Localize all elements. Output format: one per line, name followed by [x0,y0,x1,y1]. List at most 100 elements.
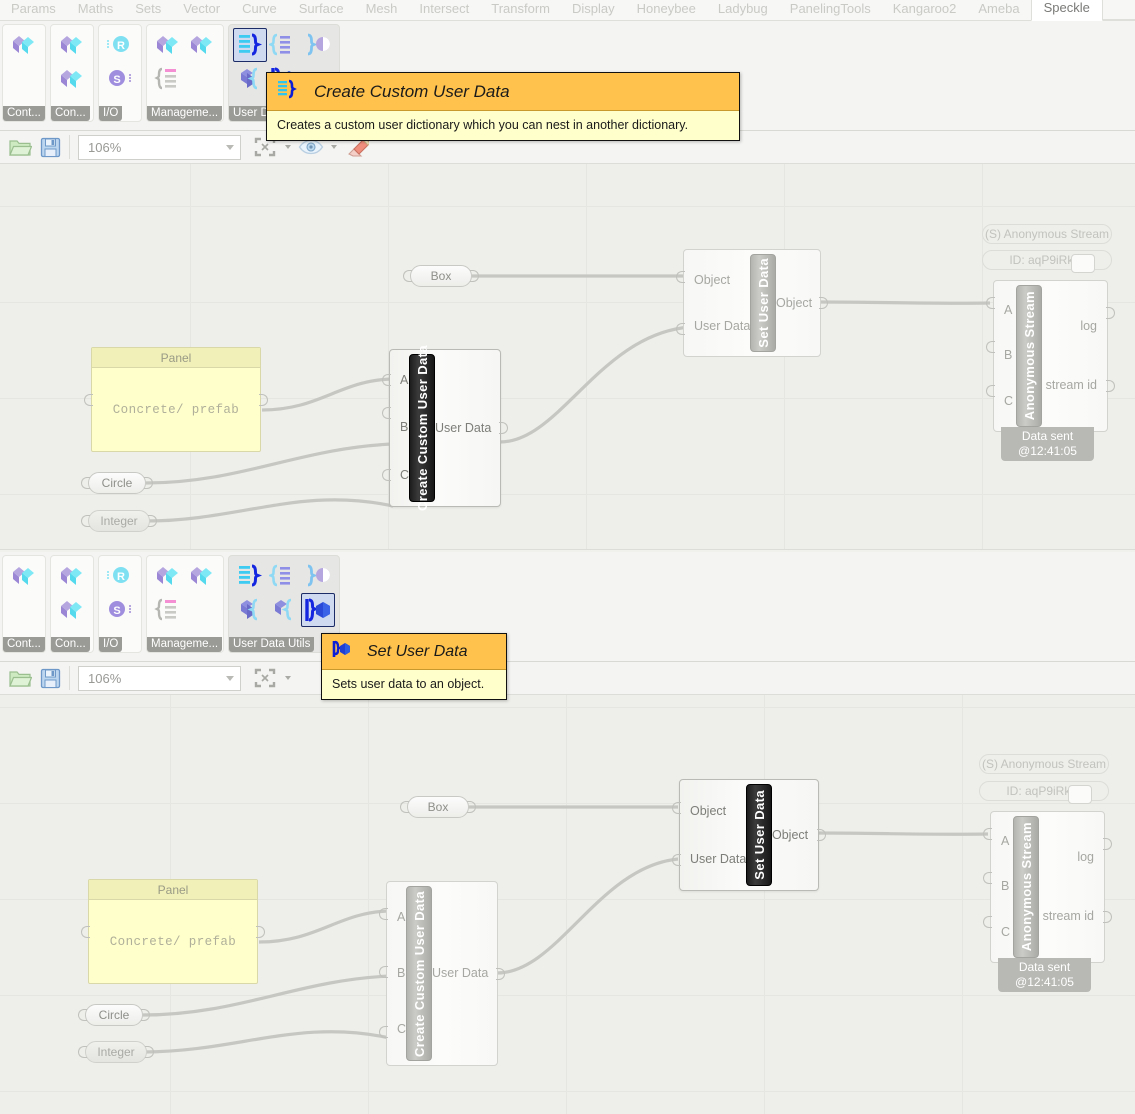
menu-tab-intersect[interactable]: Intersect [408,0,480,20]
speckle-object-icon[interactable] [7,28,41,62]
set-user-data-component[interactable]: Object User Data Set User Data Object [679,779,819,891]
get-user-data-icon[interactable] [301,559,335,593]
ribbon-group-label[interactable]: Manageme... [147,106,222,121]
input-grip-b[interactable] [382,407,391,419]
menu-tab-ameba[interactable]: Ameba [967,0,1030,20]
output-grip-object[interactable] [817,829,826,841]
output-port-stream-id[interactable]: stream id [1043,909,1094,924]
box-param[interactable]: Box [407,796,469,818]
output-grip-stream-id[interactable] [1106,380,1115,392]
preview-dropdown-icon[interactable] [331,145,337,149]
dictionary-icon[interactable] [267,28,301,62]
circle-param[interactable]: Circle [88,472,146,494]
output-grip[interactable] [470,270,479,282]
input-grip-c[interactable] [986,385,995,397]
output-port-user-data[interactable]: User Data [432,966,488,981]
menu-tab-mesh[interactable]: Mesh [355,0,409,20]
output-port-user-data[interactable]: User Data [435,421,491,436]
canvas-bottom[interactable]: Box Panel Concrete/ prefab Circle Intege… [0,695,1135,1114]
input-grip-a[interactable] [382,374,391,386]
speckle-sender-component[interactable]: A B C Anonymous Stream log stream id [990,811,1105,963]
input-grip-b[interactable] [986,341,995,353]
input-grip[interactable] [403,270,412,282]
input-grip[interactable] [81,477,90,489]
set-user-data-component[interactable]: Object User Data Set User Data Object [683,249,821,357]
create-custom-user-data-icon[interactable] [233,28,267,62]
panel-text[interactable]: Concrete/ prefab [92,368,260,451]
input-port-b[interactable]: B [400,420,408,435]
component-name-tag[interactable]: Create Custom User Data [409,354,435,502]
panel-component[interactable]: Panel Concrete/ prefab [91,347,261,452]
ribbon-group-label[interactable]: Con... [51,637,90,652]
receiver-icon[interactable]: R [103,28,137,62]
input-port-c[interactable]: C [400,468,409,483]
stream-name-tag[interactable]: (S) Anonymous Stream [982,224,1112,244]
menu-tab-panelingtools[interactable]: PanelingTools [779,0,882,20]
input-port-user-data[interactable]: User Data [694,319,750,334]
ribbon-group-label[interactable]: I/O [99,106,122,121]
receiver-icon[interactable]: R [103,559,137,593]
component-name-tag[interactable]: Set User Data [750,254,776,352]
output-grip-log[interactable] [1106,307,1115,319]
save-file-icon[interactable] [35,133,65,161]
input-grip-user-data[interactable] [672,854,681,866]
input-port-object[interactable]: Object [694,273,730,288]
input-port-a[interactable]: A [400,373,408,388]
stream-name-tag[interactable]: (S) Anonymous Stream [979,754,1109,774]
speckle-object-icon[interactable] [185,28,219,62]
ribbon-group-label[interactable]: Manageme... [147,637,222,652]
speckle-object-icon[interactable] [151,28,185,62]
panel-text[interactable]: Concrete/ prefab [89,900,257,983]
output-grip[interactable] [148,515,157,527]
speckle-object-icon[interactable] [7,559,41,593]
input-grip-c[interactable] [983,916,992,928]
dictionary-icon[interactable] [267,559,301,593]
input-grip[interactable] [78,1009,87,1021]
menu-tab-surface[interactable]: Surface [288,0,355,20]
output-grip-stream-id[interactable] [1103,911,1112,923]
input-port-a[interactable]: A [1004,303,1012,318]
schema-list-icon[interactable] [151,62,185,96]
component-name-tag[interactable]: Anonymous Stream [1016,285,1042,427]
speckle-object-icon[interactable] [55,593,89,627]
zoom-extents-dropdown-icon[interactable] [285,145,291,149]
menu-tab-transform[interactable]: Transform [480,0,561,20]
input-grip-c[interactable] [379,1026,388,1038]
input-grip-b[interactable] [379,966,388,978]
panel-component[interactable]: Panel Concrete/ prefab [88,879,258,984]
set-user-data-icon[interactable] [301,593,335,627]
box-param[interactable]: Box [410,265,472,287]
create-custom-user-data-component[interactable]: A B C Create Custom User Data User Data [389,349,501,507]
output-grip-object[interactable] [819,297,828,309]
save-file-icon[interactable] [35,664,65,692]
output-grip-log[interactable] [1103,838,1112,850]
output-grip[interactable] [144,477,153,489]
output-port-stream-id[interactable]: stream id [1046,378,1097,393]
ribbon-group-label[interactable]: User Data Utils [229,637,314,652]
input-grip-user-data[interactable] [676,323,685,335]
input-grip-object[interactable] [672,802,681,814]
output-grip-user-data[interactable] [496,968,505,980]
schema-list-icon[interactable] [151,593,185,627]
component-name-tag[interactable]: Anonymous Stream [1013,816,1039,958]
stream-toggle-button[interactable] [1071,254,1095,273]
input-port-c[interactable]: C [1001,925,1010,940]
create-custom-user-data-icon[interactable] [233,559,267,593]
input-port-c[interactable]: C [397,1022,406,1037]
input-port-c[interactable]: C [1004,394,1013,409]
zoom-extents-dropdown-icon[interactable] [285,676,291,680]
zoom-level-combobox-top[interactable]: 106% [78,135,241,160]
sender-icon[interactable]: S [103,593,137,627]
speckle-object-icon[interactable] [55,62,89,96]
input-grip-object[interactable] [676,271,685,283]
panel-input-grip[interactable] [81,926,90,938]
output-grip[interactable] [145,1046,154,1058]
input-port-b[interactable]: B [397,966,405,981]
menu-tab-kangaroo2[interactable]: Kangaroo2 [882,0,968,20]
speckle-object-icon[interactable] [151,559,185,593]
input-grip-c[interactable] [382,469,391,481]
input-port-b[interactable]: B [1001,879,1009,894]
menu-tab-ladybug[interactable]: Ladybug [707,0,779,20]
integer-param[interactable]: Integer [88,510,150,532]
menu-tab-curve[interactable]: Curve [231,0,288,20]
